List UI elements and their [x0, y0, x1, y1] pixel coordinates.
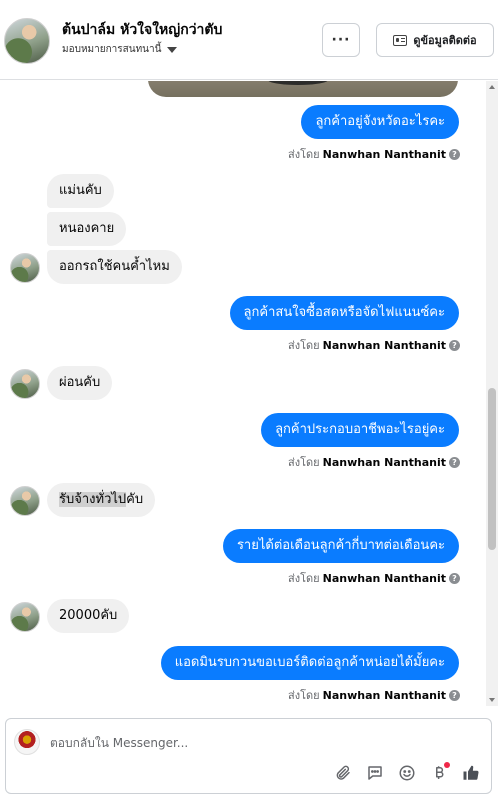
page-avatar: [14, 729, 40, 755]
paperclip-icon[interactable]: [332, 762, 354, 784]
sent-by-label: ส่งโดย: [288, 689, 320, 702]
sender-name: Nanwhan Nanthanit: [322, 688, 446, 702]
outgoing-message: แอดมินรบกวนขอเบอร์ติดต่อลูกค้าหน่อยได้มั…: [160, 646, 459, 680]
sent-by-line: ส่งโดย Nanwhan Nanthanit ?: [288, 453, 460, 471]
sender-name: Nanwhan Nanthanit: [322, 338, 446, 352]
baht-icon[interactable]: [428, 762, 450, 784]
view-contact-label: ดูข้อมูลติดต่อ: [413, 34, 477, 47]
view-contact-button[interactable]: ดูข้อมูลติดต่อ: [376, 23, 494, 57]
shared-photo[interactable]: [148, 81, 458, 97]
incoming-message: รับจ้างทั่วไปคับ: [47, 483, 156, 517]
notification-dot: [444, 762, 450, 768]
sent-by-label: ส่งโดย: [288, 148, 320, 161]
message-thread: ลูกค้าอยู่จังหวัดอะไรคะ ส่งโดย Nanwhan N…: [0, 81, 486, 706]
sender-name: Nanwhan Nanthanit: [322, 571, 446, 585]
help-icon[interactable]: ?: [449, 148, 460, 160]
sent-by-label: ส่งโดย: [288, 572, 320, 585]
incoming-message: 20000คับ: [47, 599, 130, 633]
thumbs-up-icon[interactable]: [460, 762, 482, 784]
help-icon[interactable]: ?: [449, 689, 460, 701]
sent-by-label: ส่งโดย: [288, 456, 320, 469]
thread-scrollbar[interactable]: [486, 81, 498, 706]
reply-composer: [5, 718, 492, 794]
sender-name: Nanwhan Nanthanit: [322, 455, 446, 469]
customer-avatar-small: [10, 253, 40, 283]
caret-down-icon: [167, 46, 178, 53]
customer-avatar-small: [10, 369, 40, 399]
help-icon[interactable]: ?: [449, 339, 460, 351]
smiley-icon[interactable]: [396, 762, 418, 784]
assign-conversation-dropdown[interactable]: มอบหมายการสนทนานี้: [62, 42, 178, 57]
outgoing-message: ลูกค้าประกอบอาชีพอะไรอยู่คะ: [261, 413, 459, 447]
customer-avatar[interactable]: [4, 18, 50, 64]
incoming-message: แม่นคับ: [47, 174, 114, 208]
customer-avatar-small: [10, 602, 40, 632]
more-options-button[interactable]: ···: [322, 23, 360, 57]
help-icon[interactable]: ?: [449, 572, 460, 584]
highlighted-text: รับจ้างทั่วไป: [59, 492, 127, 507]
sent-by-line: ส่งโดย Nanwhan Nanthanit ?: [288, 686, 460, 704]
incoming-message: หนองคาย: [47, 212, 127, 246]
message-text: คับ: [126, 492, 144, 507]
outgoing-message: ลูกค้าสนใจซื้อสดหรือจัดไฟแนนซ์คะ: [229, 296, 459, 330]
contact-card-icon: [393, 34, 408, 46]
sent-by-line: ส่งโดย Nanwhan Nanthanit ?: [288, 145, 460, 163]
outgoing-message: ลูกค้าอยู่จังหวัดอะไรคะ: [301, 105, 459, 139]
reply-input[interactable]: [50, 733, 350, 753]
incoming-message: ออกรถใช้คนค้ำไหม: [47, 250, 182, 284]
customer-name[interactable]: ต้นปาล์ม หัวใจใหญ่กว่าตับ: [62, 19, 222, 41]
sent-by-line: ส่งโดย Nanwhan Nanthanit ?: [288, 336, 460, 354]
conversation-header: ต้นปาล์ม หัวใจใหญ่กว่าตับ มอบหมายการสนทน…: [0, 0, 498, 80]
scrollbar-thumb[interactable]: [488, 388, 496, 550]
incoming-message: ผ่อนคับ: [47, 366, 113, 400]
outgoing-message: รายได้ต่อเดือนลูกค้ากี่บาทต่อเดือนคะ: [222, 529, 459, 563]
sent-by-label: ส่งโดย: [288, 339, 320, 352]
assign-label: มอบหมายการสนทนานี้: [62, 44, 162, 55]
help-icon[interactable]: ?: [449, 456, 460, 468]
more-icon: ···: [331, 32, 351, 48]
customer-avatar-small: [10, 486, 40, 516]
sender-name: Nanwhan Nanthanit: [322, 147, 446, 161]
scroll-up-arrow-icon[interactable]: [489, 85, 495, 89]
scroll-down-arrow-icon[interactable]: [489, 698, 495, 702]
sent-by-line: ส่งโดย Nanwhan Nanthanit ?: [288, 569, 460, 587]
chat-bubble-icon[interactable]: [364, 762, 386, 784]
